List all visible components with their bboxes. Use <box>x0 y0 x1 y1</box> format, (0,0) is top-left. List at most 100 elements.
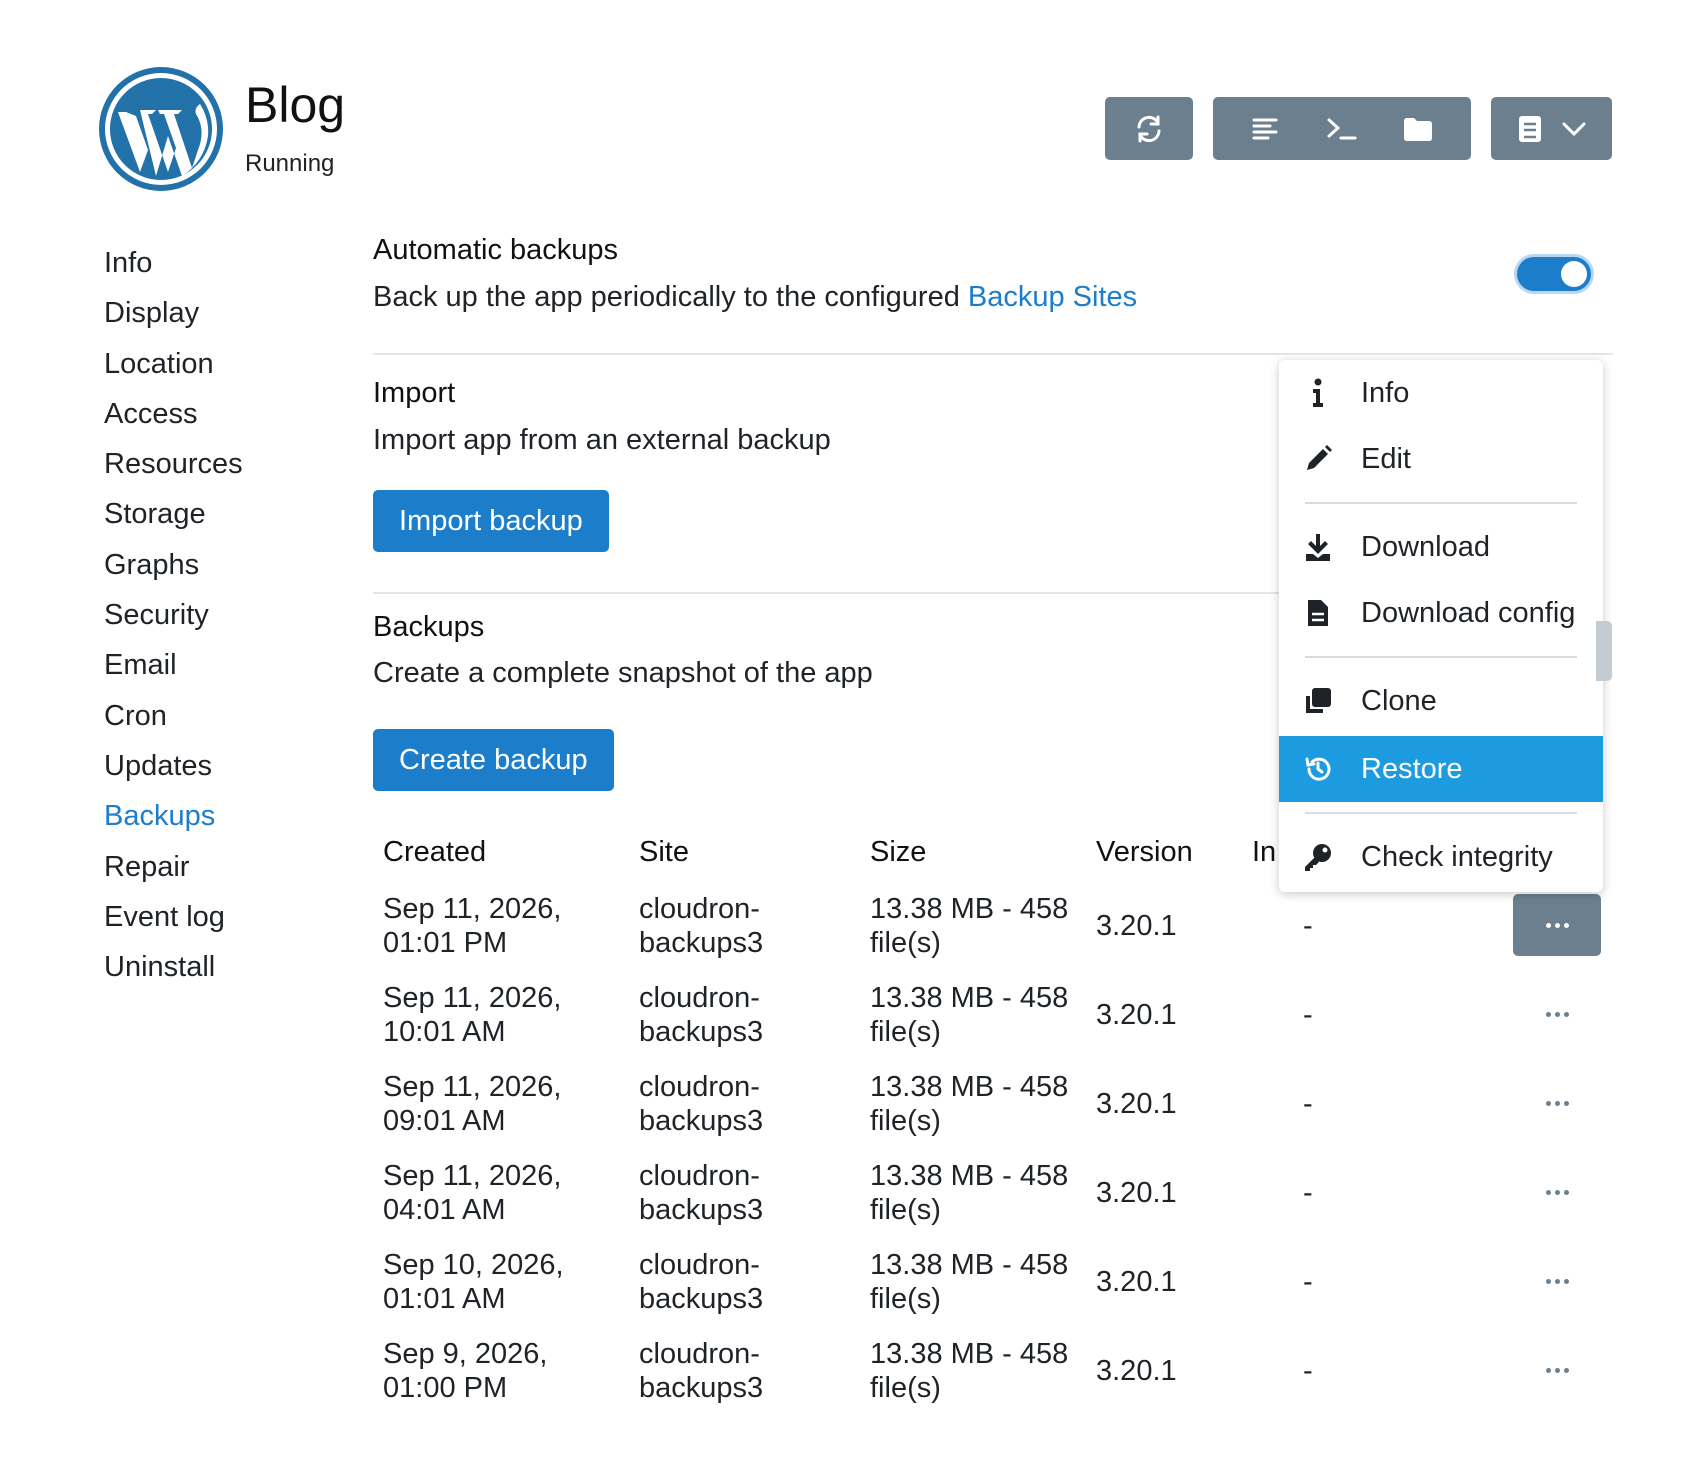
sidebar-item-cron[interactable]: Cron <box>104 691 243 741</box>
menu-item-download-config[interactable]: Download config <box>1279 580 1603 646</box>
cell-site-line: backups3 <box>639 1016 764 1048</box>
more-dot-icon <box>1554 1011 1560 1017</box>
more-dot-icon <box>1545 1189 1551 1195</box>
menu-item-clone[interactable]: Clone <box>1279 668 1603 734</box>
cell-created-line: Sep 9, 2026, <box>383 1338 548 1370</box>
row-actions-button[interactable] <box>1513 894 1601 956</box>
more-dot-icon <box>1563 1367 1569 1373</box>
clone-icon <box>1301 684 1335 718</box>
menu-item-download[interactable]: Download <box>1279 514 1603 580</box>
sidebar-item-location[interactable]: Location <box>104 339 243 389</box>
column-header-info: In <box>1252 836 1277 868</box>
cell-created: Sep 11, 2026, 01:01 PM <box>383 892 561 960</box>
more-dot-icon <box>1563 1100 1569 1106</box>
sidebar-item-repair[interactable]: Repair <box>104 842 243 892</box>
menu-item-restore[interactable]: Restore <box>1279 736 1603 802</box>
row-actions-button[interactable] <box>1513 1161 1601 1223</box>
cell-size-line: file(s) <box>870 1105 941 1137</box>
more-dot-icon <box>1545 1367 1551 1373</box>
sidebar-item-event-log[interactable]: Event log <box>104 892 243 942</box>
files-button[interactable] <box>1402 115 1434 143</box>
refresh-icon <box>1137 115 1161 142</box>
menu-item-check-integrity[interactable]: Check integrity <box>1279 824 1603 890</box>
menu-item-info[interactable]: Info <box>1279 360 1603 426</box>
key-icon <box>1301 840 1335 874</box>
cell-created: Sep 11, 2026, 09:01 AM <box>383 1070 561 1138</box>
info-icon <box>1301 376 1335 410</box>
cell-site: cloudron-backups3 <box>639 1159 763 1227</box>
cell-size-line: file(s) <box>870 1016 941 1048</box>
sidebar-item-resources[interactable]: Resources <box>104 439 243 489</box>
wordpress-logo-icon <box>99 67 223 191</box>
cell-site-line: backups3 <box>639 1372 764 1404</box>
auto-backups-toggle[interactable] <box>1514 254 1594 294</box>
cell-version: 3.20.1 <box>1096 1177 1177 1209</box>
cell-site-line: cloudron- <box>639 1160 760 1192</box>
cell-site-line: cloudron- <box>639 1071 760 1103</box>
sidebar-item-updates[interactable]: Updates <box>104 741 243 791</box>
section-divider <box>373 353 1613 355</box>
cell-size-line: file(s) <box>870 1283 941 1315</box>
menu-separator <box>1305 656 1577 658</box>
sidebar-item-email[interactable]: Email <box>104 640 243 690</box>
more-dot-icon <box>1545 1011 1551 1017</box>
sidebar-item-access[interactable]: Access <box>104 389 243 439</box>
cell-created-line: 01:00 PM <box>383 1372 508 1404</box>
backup-sites-link[interactable]: Backup Sites <box>968 281 1137 313</box>
cell-size-line: file(s) <box>870 1194 941 1226</box>
app-logo <box>96 64 226 194</box>
more-dot-icon <box>1563 1189 1569 1195</box>
logs-icon <box>1252 118 1278 139</box>
sidebar-item-display[interactable]: Display <box>104 288 243 338</box>
auto-backups-desc-text: Back up the app periodically to the conf… <box>373 281 968 313</box>
sidebar-item-graphs[interactable]: Graphs <box>104 540 243 590</box>
cell-site: cloudron-backups3 <box>639 1070 763 1138</box>
menu-separator <box>1305 812 1577 814</box>
cell-info: - <box>1303 1355 1313 1387</box>
restart-button[interactable] <box>1105 97 1193 160</box>
section-divider <box>373 592 1279 594</box>
sidebar-item-backups[interactable]: Backups <box>104 791 243 841</box>
docs-dropdown-button[interactable] <box>1491 97 1612 160</box>
more-dot-icon <box>1554 1100 1560 1106</box>
column-header-created: Created <box>383 836 487 868</box>
cell-version: 3.20.1 <box>1096 1088 1177 1120</box>
row-actions-button[interactable] <box>1513 1339 1601 1401</box>
sidebar-item-storage[interactable]: Storage <box>104 489 243 539</box>
sidebar-item-uninstall[interactable]: Uninstall <box>104 942 243 992</box>
create-backup-button[interactable]: Create backup <box>373 729 614 791</box>
sidebar-item-security[interactable]: Security <box>104 590 243 640</box>
terminal-icon <box>1327 118 1357 139</box>
cell-version: 3.20.1 <box>1096 1266 1177 1298</box>
download-icon <box>1301 530 1335 564</box>
cell-size: 13.38 MB - 458 file(s) <box>870 1159 1068 1227</box>
import-backup-button[interactable]: Import backup <box>373 490 609 552</box>
more-dot-icon <box>1563 1278 1569 1284</box>
more-dot-icon <box>1545 1278 1551 1284</box>
row-actions-button[interactable] <box>1513 1072 1601 1134</box>
cell-size: 13.38 MB - 458 file(s) <box>870 892 1068 960</box>
cell-info: - <box>1303 1088 1313 1120</box>
more-dot-icon <box>1545 1100 1551 1106</box>
cell-site-line: cloudron- <box>639 1338 760 1370</box>
file-icon <box>1301 596 1335 630</box>
terminal-button[interactable] <box>1325 114 1357 144</box>
column-header-size: Size <box>870 836 927 868</box>
column-header-version: Version <box>1096 836 1193 868</box>
cell-site-line: cloudron- <box>639 893 760 925</box>
logs-button[interactable] <box>1250 114 1280 144</box>
auto-backups-title: Automatic backups <box>373 234 619 266</box>
chevron-down-icon <box>1562 122 1585 136</box>
docs-icon <box>1518 115 1541 142</box>
row-actions-button[interactable] <box>1513 1250 1601 1312</box>
cell-created-line: Sep 11, 2026, <box>383 1160 562 1192</box>
app-title: Blog <box>245 77 346 133</box>
cell-size-line: 13.38 MB - 458 <box>870 1160 1069 1192</box>
more-dot-icon <box>1554 922 1560 928</box>
row-actions-button[interactable] <box>1513 983 1601 1045</box>
folder-icon <box>1404 117 1433 141</box>
cell-size-line: 13.38 MB - 458 <box>870 982 1069 1014</box>
menu-item-edit[interactable]: Edit <box>1279 426 1603 492</box>
sidebar-item-info[interactable]: Info <box>104 238 243 288</box>
sidebar-nav: Info Display Location Access Resources S… <box>104 238 243 992</box>
